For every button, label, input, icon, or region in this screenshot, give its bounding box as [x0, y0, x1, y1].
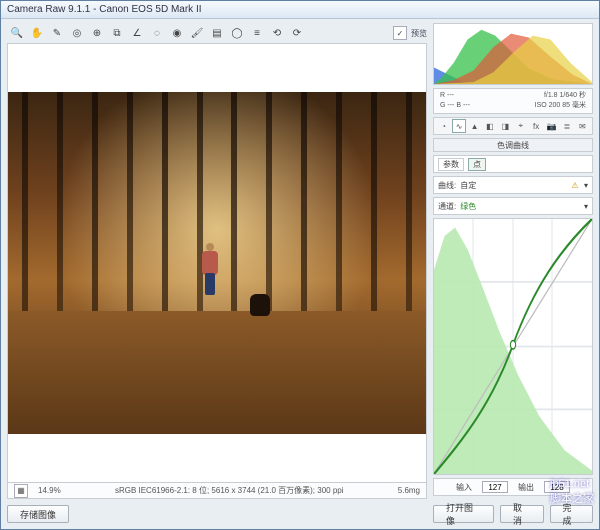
tab-point[interactable]: 点	[468, 158, 486, 171]
histogram[interactable]	[433, 23, 593, 85]
subject-person	[200, 243, 220, 295]
save-image-button[interactable]: 存储图像	[7, 505, 69, 523]
hand-icon[interactable]: ✋	[29, 25, 45, 41]
output-label: 输出	[518, 482, 534, 493]
rotate-ccw-icon[interactable]: ⟲	[269, 25, 285, 41]
split-icon[interactable]: ◨	[499, 119, 512, 133]
left-pane: 🔍✋✎◎⊕⧉∠◌◉🖌▤◯≡⟲⟳ ✓ 预览	[7, 23, 427, 525]
done-button[interactable]: 完成	[550, 505, 594, 523]
channel-label: 通道:	[438, 201, 456, 212]
camera-icon[interactable]: 📷	[545, 119, 558, 133]
panel-title: 色调曲线	[433, 138, 593, 152]
open-image-button[interactable]: 打开图像	[433, 505, 494, 523]
app-window: Camera Raw 9.1.1 - Canon EOS 5D Mark II …	[0, 0, 600, 530]
white-balance-icon[interactable]: ✎	[49, 25, 65, 41]
mode-tabs: 参数 点	[433, 155, 593, 173]
preview-checkbox[interactable]: ✓	[393, 26, 407, 40]
curve-preset-row: 曲线: 自定 ⚠ ▾	[433, 176, 593, 194]
graduated-filter-icon[interactable]: ▤	[209, 25, 225, 41]
exif-readout: R --- f/1.8 1/640 秒 G --- B --- ISO 200 …	[433, 88, 593, 114]
subject-dog	[250, 294, 270, 316]
lens-icon[interactable]: ⌖	[514, 119, 527, 133]
radial-filter-icon[interactable]: ◯	[229, 25, 245, 41]
content-area: 🔍✋✎◎⊕⧉∠◌◉🖌▤◯≡⟲⟳ ✓ 预览	[1, 19, 599, 529]
channel-row: 通道: 绿色 ▾	[433, 197, 593, 215]
status-bar: ▦ 14.9% sRGB IEC61966-2.1: 8 位; 5616 x 3…	[7, 483, 427, 499]
image-info[interactable]: sRGB IEC61966-2.1: 8 位; 5616 x 3744 (21.…	[71, 485, 388, 496]
zoom-icon[interactable]: 🔍	[9, 25, 25, 41]
f-number: 5.6mg	[398, 486, 420, 495]
prefs-icon[interactable]: ≡	[249, 25, 265, 41]
channel-value[interactable]: 绿色	[460, 201, 580, 212]
hsl-icon[interactable]: ◧	[483, 119, 496, 133]
titlebar[interactable]: Camera Raw 9.1.1 - Canon EOS 5D Mark II	[1, 1, 599, 19]
straighten-icon[interactable]: ∠	[129, 25, 145, 41]
chevron-down-icon[interactable]: ▾	[584, 181, 588, 190]
panel-tabs: ◔∿▲◧◨⌖fx📷≣✉	[433, 117, 593, 135]
snapshots-icon[interactable]: ✉	[576, 119, 589, 133]
curve-label: 曲线:	[438, 180, 456, 191]
zoom-out-icon[interactable]: ▦	[14, 484, 28, 498]
cancel-button[interactable]: 取消	[500, 505, 544, 523]
preview-image	[8, 92, 426, 434]
preview-toggle[interactable]: ✓ 预览	[393, 26, 427, 40]
input-label: 输入	[456, 482, 472, 493]
preview-label: 预览	[411, 28, 427, 39]
tab-parametric[interactable]: 参数	[438, 158, 464, 171]
window-title: Camera Raw 9.1.1 - Canon EOS 5D Mark II	[7, 4, 593, 15]
toolbar: 🔍✋✎◎⊕⧉∠◌◉🖌▤◯≡⟲⟳	[7, 23, 307, 43]
curve-value[interactable]: 自定	[460, 180, 566, 191]
right-pane: R --- f/1.8 1/640 秒 G --- B --- ISO 200 …	[433, 23, 593, 525]
left-bottombar: 存储图像	[7, 499, 427, 525]
color-sampler-icon[interactable]: ◎	[69, 25, 85, 41]
crop-icon[interactable]: ⧉	[109, 25, 125, 41]
basic-icon[interactable]: ◔	[437, 119, 450, 133]
fx-icon[interactable]: fx	[529, 119, 542, 133]
redeye-icon[interactable]: ◉	[169, 25, 185, 41]
watermark: jb51.net 脚本之家	[550, 478, 594, 506]
spot-removal-icon[interactable]: ◌	[149, 25, 165, 41]
tone-curve[interactable]	[433, 218, 593, 475]
adjust-brush-icon[interactable]: 🖌	[189, 25, 205, 41]
curve-input-field[interactable]	[482, 481, 508, 493]
image-preview[interactable]	[7, 43, 427, 483]
target-adjust-icon[interactable]: ⊕	[89, 25, 105, 41]
warning-icon[interactable]: ⚠	[570, 180, 580, 190]
presets-icon[interactable]: ≣	[560, 119, 573, 133]
detail-icon[interactable]: ▲	[468, 119, 481, 133]
rotate-cw-icon[interactable]: ⟳	[289, 25, 305, 41]
curve-tab-icon[interactable]: ∿	[452, 119, 465, 133]
chevron-down-icon[interactable]: ▾	[584, 202, 588, 211]
zoom-level[interactable]: 14.9%	[38, 486, 61, 495]
